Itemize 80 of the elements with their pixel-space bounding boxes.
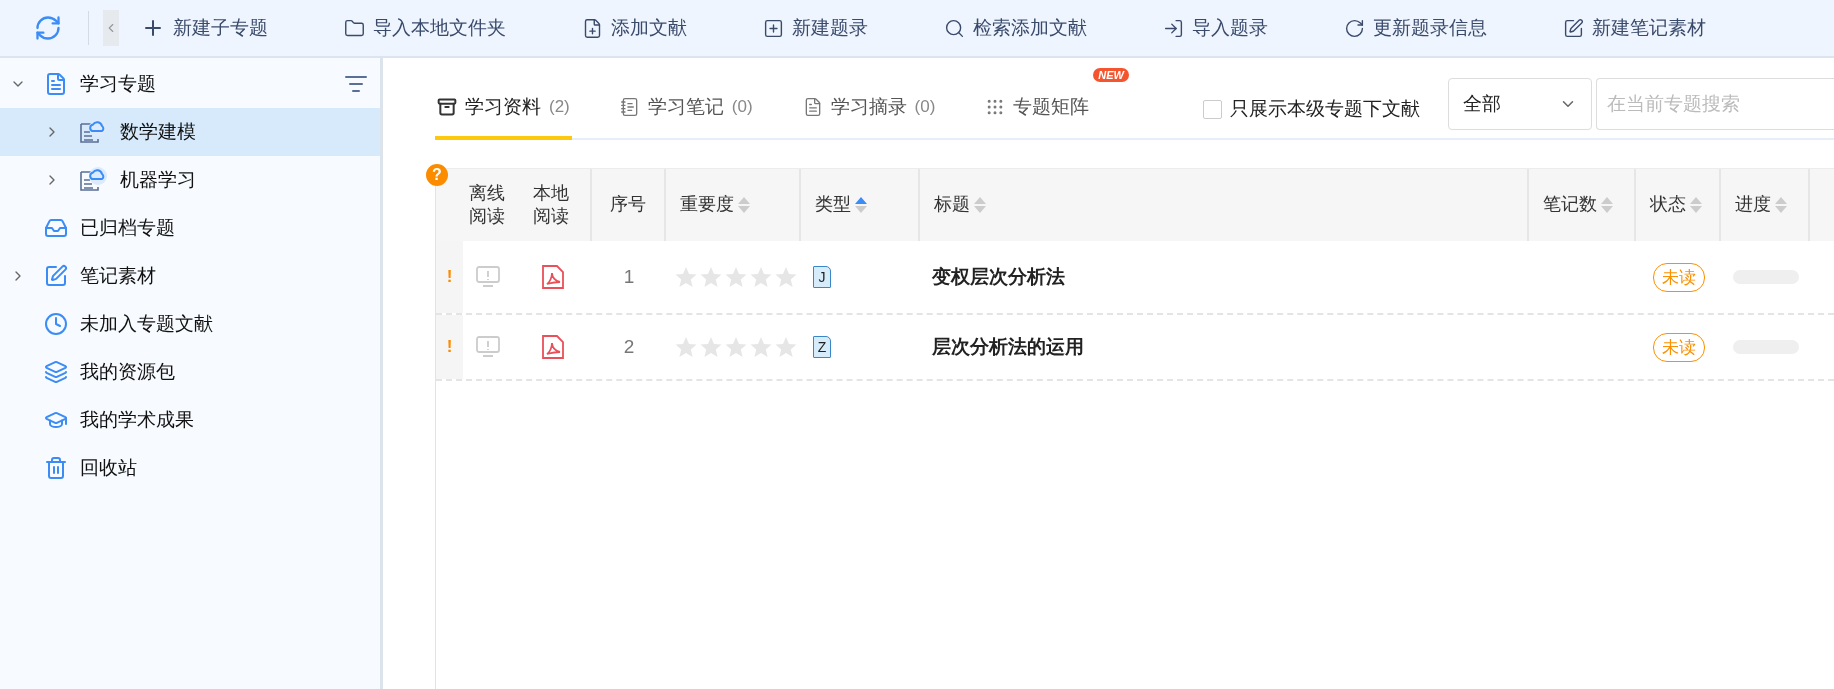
document-type-tag: J (813, 266, 831, 288)
column-header[interactable]: 进度 (1721, 169, 1810, 241)
toolbar-button[interactable]: 导入题录 (1163, 15, 1268, 41)
sidebar-item-icon (44, 72, 68, 96)
toolbar-button[interactable]: 检索添加文献 (944, 15, 1087, 41)
column-header[interactable]: 重要度 (666, 169, 801, 241)
sidebar-item[interactable]: 数学建模 (0, 108, 380, 156)
sidebar-item-icon (44, 216, 68, 240)
tab-count: (0) (731, 97, 753, 117)
sort-arrows-icon[interactable] (1690, 197, 1702, 213)
column-header[interactable]: 状态 (1636, 169, 1721, 241)
sidebar-item-label[interactable]: 我的学术成果 (80, 407, 194, 433)
sort-arrows-icon[interactable] (738, 197, 750, 213)
cloud-document-icon (78, 119, 108, 145)
sidebar-item-label[interactable]: 已归档专题 (80, 215, 175, 241)
toolbar-icon (763, 17, 784, 39)
tab[interactable]: 专题矩阵 (983, 78, 1092, 140)
star-rating[interactable] (674, 265, 798, 289)
toolbar-icon (1163, 17, 1184, 39)
toolbar-icon (1344, 17, 1365, 39)
checkbox[interactable] (1203, 99, 1222, 119)
toolbar-icon (582, 17, 603, 39)
sidebar-item-label[interactable]: 笔记素材 (80, 263, 156, 289)
toolbar-button[interactable]: 添加文献 (582, 15, 687, 41)
sidebar-item-label[interactable]: 回收站 (80, 455, 137, 481)
column-header: 序号 (592, 169, 666, 241)
sidebar-item-icon (44, 264, 68, 288)
tab-count: (0) (914, 97, 936, 117)
monitor-alert-icon[interactable] (475, 335, 501, 359)
tab[interactable]: 学习资料 (2) (435, 78, 572, 140)
sort-arrows-icon[interactable] (974, 197, 986, 213)
status-tag: 未读 (1652, 332, 1705, 362)
new-badge: NEW (1093, 68, 1129, 82)
sidebar-item-label[interactable]: 未加入专题文献 (80, 311, 213, 337)
tab-count: (2) (549, 97, 570, 117)
toolbar-button[interactable]: 新建题录 (763, 15, 868, 41)
row-number: 1 (623, 266, 635, 288)
row-number: 2 (623, 336, 635, 358)
toolbar-icon (1563, 17, 1584, 39)
tab-icon (619, 97, 640, 117)
toolbar-button[interactable]: 新建子专题 (141, 15, 268, 41)
column-header: 离线阅读 (468, 181, 507, 228)
toolbar-icon (344, 17, 365, 39)
toolbar-button[interactable]: 新建笔记素材 (1563, 15, 1706, 41)
document-title[interactable]: 变权层次分析法 (932, 264, 1065, 290)
sidebar-item-icon (44, 456, 68, 480)
sidebar-item-icon (44, 360, 68, 384)
sidebar-item-icon (44, 312, 68, 336)
sort-arrows-icon[interactable] (855, 197, 867, 213)
pdf-file-icon[interactable] (540, 264, 565, 290)
cloud-document-icon (78, 167, 108, 193)
refresh-icon[interactable] (34, 14, 62, 42)
star-rating[interactable] (674, 335, 798, 359)
sidebar-item-label[interactable]: 学习专题 (80, 71, 156, 97)
status-tag: 未读 (1652, 262, 1705, 292)
warning-mark: ! (436, 315, 463, 379)
pdf-file-icon[interactable] (540, 334, 565, 360)
toolbar-button[interactable]: 导入本地文件夹 (344, 15, 506, 41)
sidebar-item-label[interactable]: 数学建模 (120, 119, 196, 145)
document-type-tag: Z (813, 336, 831, 358)
tab[interactable]: 学习笔记 (0) (617, 78, 755, 140)
sidebar-item-label[interactable]: 机器学习 (120, 167, 196, 193)
document-title[interactable]: 层次分析法的运用 (932, 334, 1084, 360)
checkbox-label[interactable]: 只展示本级专题下文献 (1230, 96, 1420, 122)
collapse-button[interactable] (103, 10, 119, 46)
column-header[interactable]: 标题 (920, 169, 1529, 241)
warning-mark: ! (436, 241, 463, 313)
monitor-alert-icon[interactable] (475, 265, 501, 289)
sort-arrows-icon[interactable] (1775, 197, 1787, 213)
sidebar-item-label[interactable]: 我的资源包 (80, 359, 175, 385)
search-field[interactable]: 在当前专题搜索 (1596, 78, 1834, 130)
column-header[interactable]: 笔记数 (1529, 169, 1636, 241)
toolbar-button[interactable]: 更新题录信息 (1344, 15, 1487, 41)
tab-icon (437, 97, 457, 117)
toolbar-icon (944, 17, 965, 39)
sort-arrows-icon[interactable] (1601, 197, 1613, 213)
column-header: 本地阅读 (513, 169, 592, 241)
tab[interactable]: 学习摘录 (0) (800, 78, 938, 140)
scope-dropdown[interactable]: 全部 (1448, 78, 1592, 130)
column-header[interactable]: 类型 (801, 169, 920, 241)
